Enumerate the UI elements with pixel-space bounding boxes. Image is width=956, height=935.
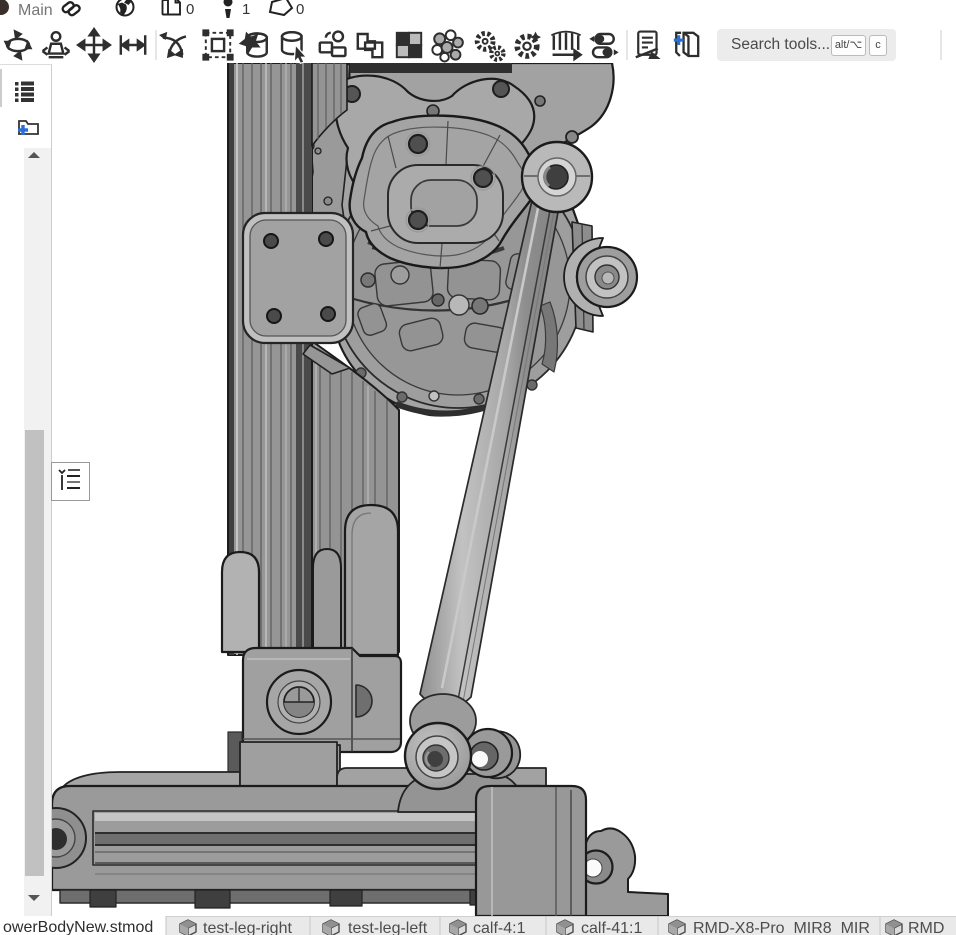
- svg-text:Main: Main: [18, 2, 53, 19]
- svg-text:0: 0: [186, 1, 194, 18]
- svg-text:1: 1: [242, 1, 250, 18]
- svg-text:0: 0: [296, 1, 304, 18]
